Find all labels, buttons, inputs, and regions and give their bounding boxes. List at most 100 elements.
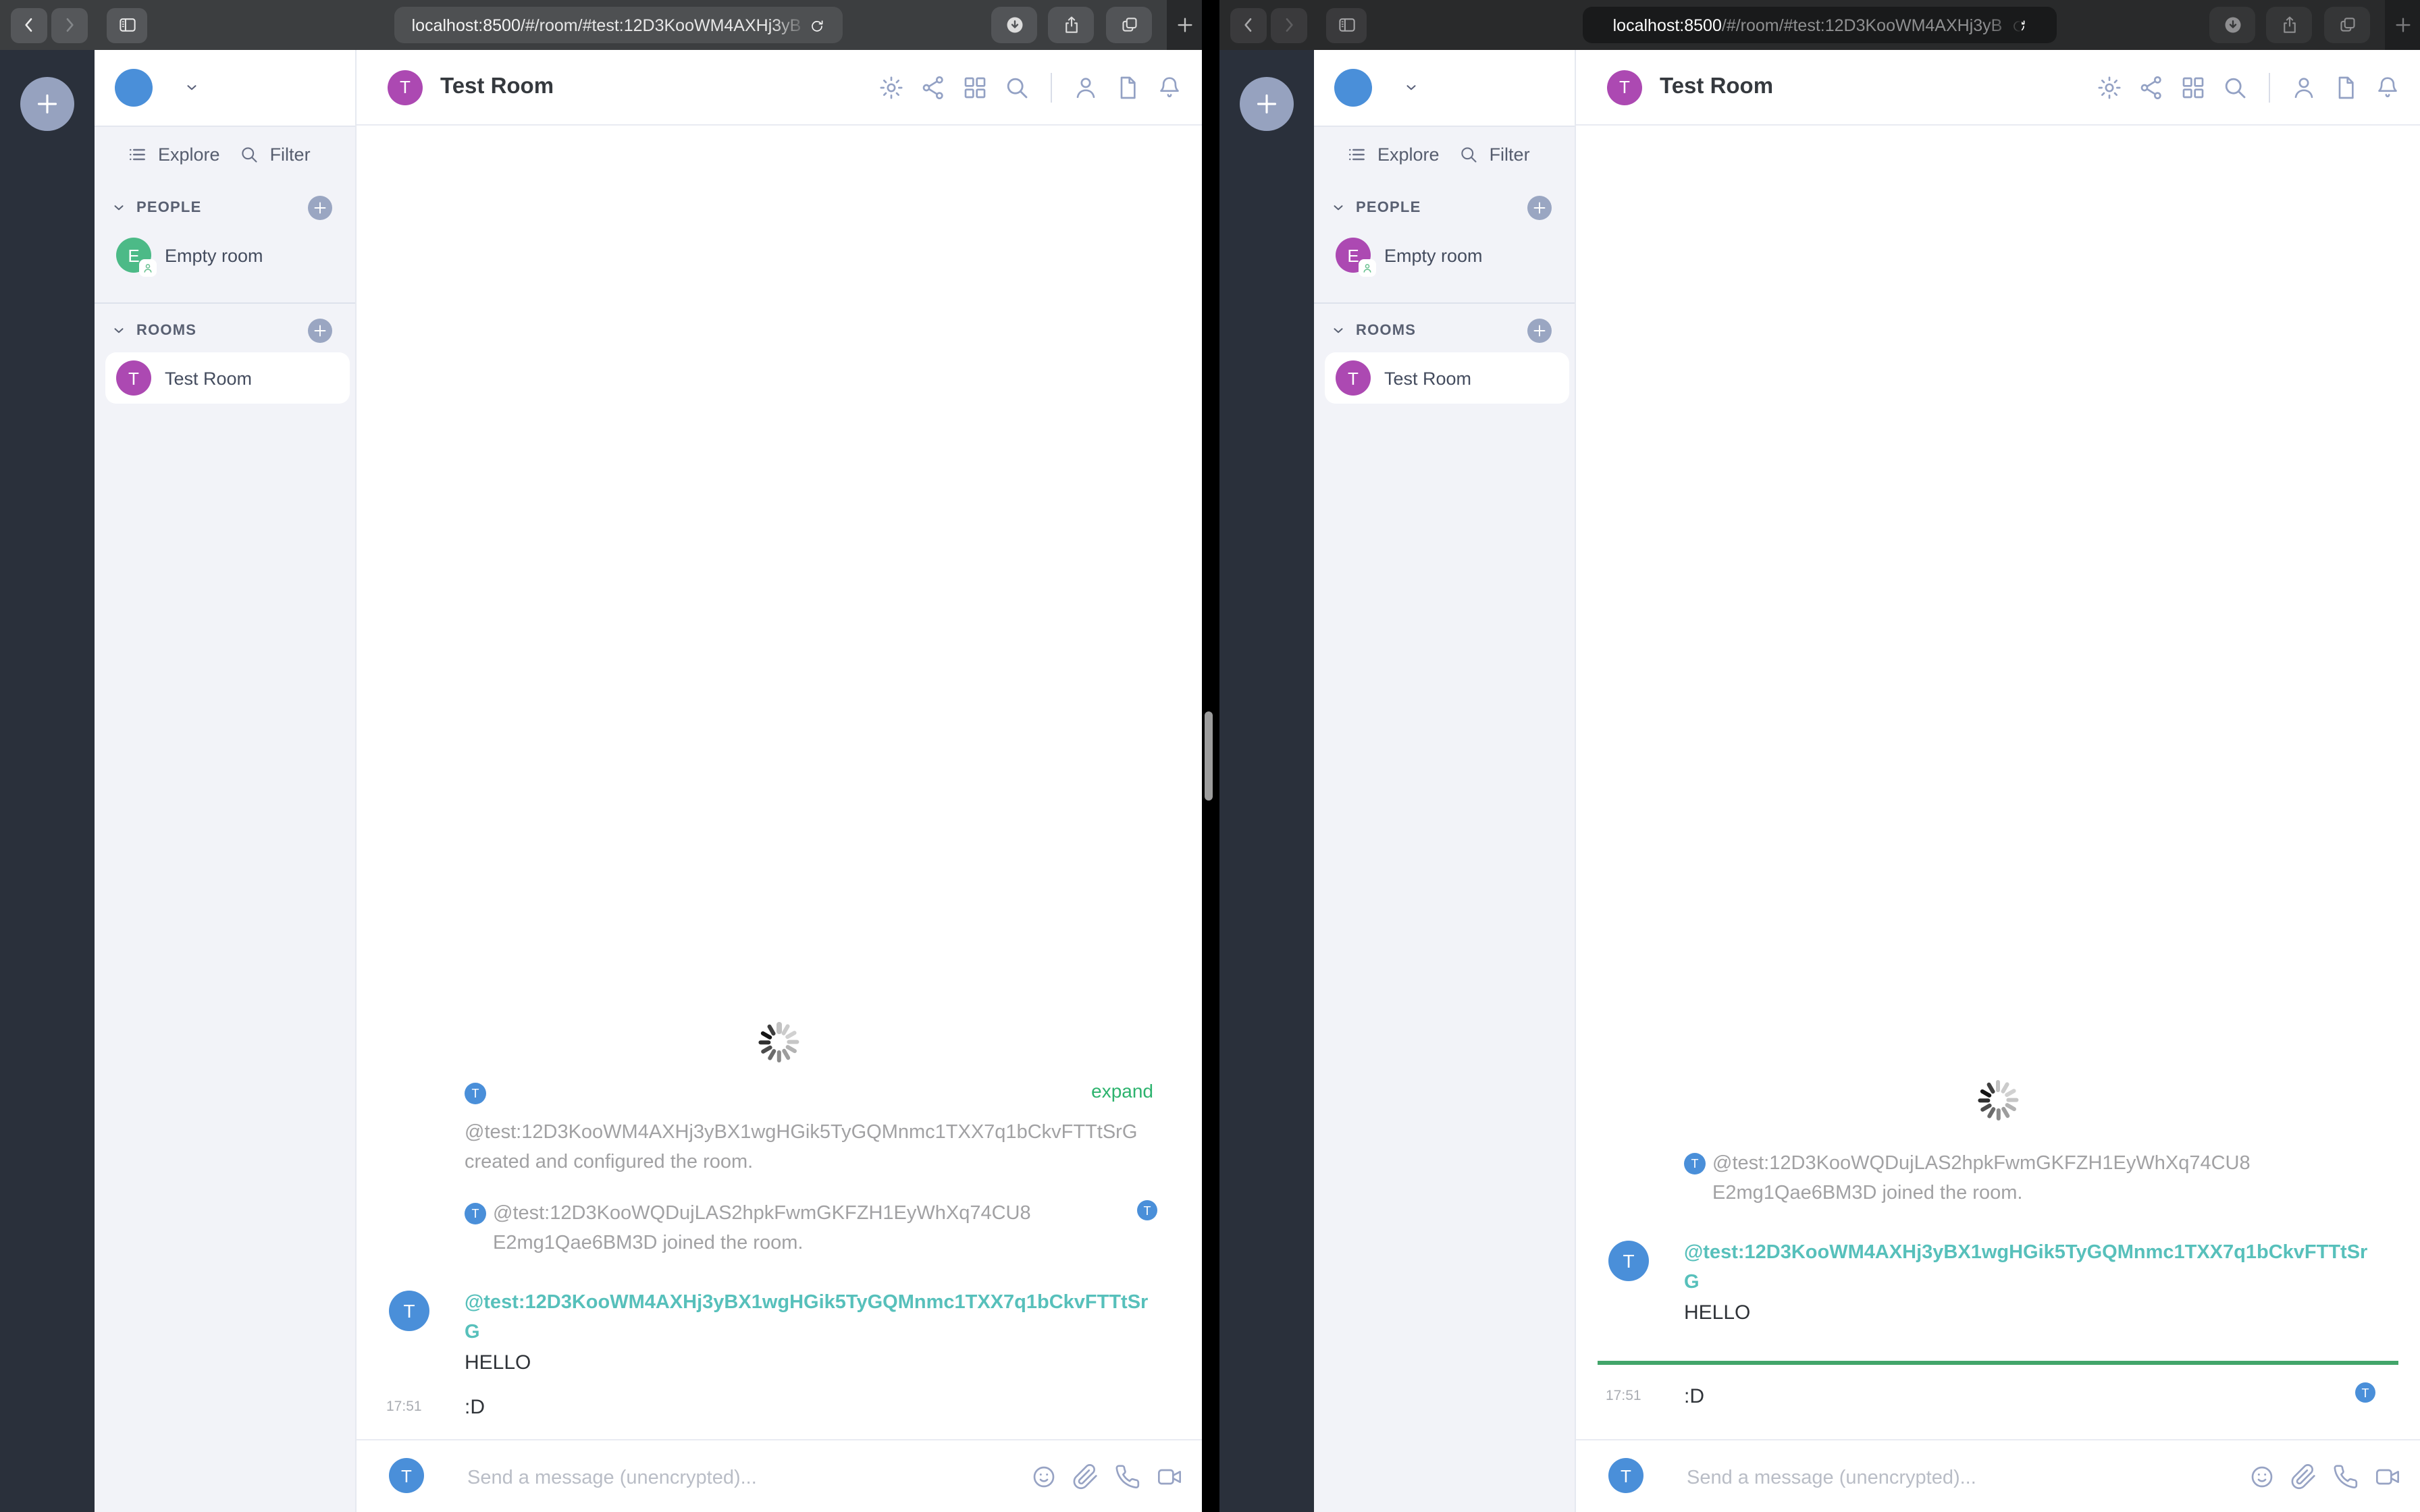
read-receipt-avatar[interactable]: T: [2355, 1382, 2375, 1403]
browser-toolbar: localhost:8500/#/room/#test:12D3KooWM4AX…: [1219, 0, 2420, 50]
emoji-smiley-icon[interactable]: [1030, 1463, 1057, 1490]
joiner-id[interactable]: @test:12D3KooWQDujLAS2hpkFwmGKFZH1EyWhXq…: [493, 1199, 1031, 1228]
browser-window-right: localhost:8500/#/room/#test:12D3KooWM4AX…: [1219, 0, 2420, 1512]
video-call-camera-icon[interactable]: [2374, 1463, 2401, 1490]
rooms-section-header[interactable]: ROOMS: [111, 319, 342, 343]
event-avatar[interactable]: T: [465, 1203, 486, 1224]
room-header: T Test Room: [1576, 50, 2420, 126]
room-avatar[interactable]: T: [1607, 70, 1642, 105]
message-timeline[interactable]: T expand @test:12D3KooWM4AXHj3yBX1wgHGik…: [357, 126, 1202, 1440]
avatar-letter: T: [1143, 1204, 1151, 1217]
add-room-button[interactable]: [1527, 319, 1552, 343]
share-network-icon[interactable]: [920, 74, 947, 101]
apps-grid-icon[interactable]: [2180, 74, 2207, 101]
back-button[interactable]: [11, 7, 47, 43]
list-item-empty-room[interactable]: E Empty room: [1325, 230, 1569, 281]
search-icon[interactable]: [2221, 74, 2248, 101]
message-row: 17:51 :D: [357, 1392, 1202, 1424]
list-item-test-room[interactable]: T Test Room: [1325, 352, 1569, 404]
chevron-down-icon[interactable]: [1403, 80, 1419, 96]
room-name: Test Room: [1384, 368, 1472, 388]
create-community-button[interactable]: [1240, 77, 1294, 131]
message-input[interactable]: [1684, 1440, 2162, 1512]
add-people-button[interactable]: [1527, 196, 1552, 220]
explore-label: Explore: [1377, 144, 1440, 165]
expand-link[interactable]: expand: [1091, 1080, 1153, 1102]
apps-grid-icon[interactable]: [962, 74, 989, 101]
people-section-header[interactable]: PEOPLE: [111, 196, 342, 220]
message-input[interactable]: [465, 1440, 944, 1512]
sender-avatar[interactable]: T: [1608, 1241, 1649, 1281]
notifications-bell-icon[interactable]: [2374, 74, 2401, 101]
creator-id[interactable]: @test:12D3KooWM4AXHj3yBX1wgHGik5TyGQMnmc…: [465, 1118, 1153, 1148]
sender-name[interactable]: @test:12D3KooWM4AXHj3yBX1wgHGik5TyGQMnmc…: [1684, 1238, 2371, 1297]
voice-call-phone-icon[interactable]: [2332, 1463, 2359, 1490]
community-rail: [0, 50, 95, 1512]
add-room-button[interactable]: [308, 319, 332, 343]
people-section-header[interactable]: PEOPLE: [1330, 196, 1561, 220]
new-tab-button[interactable]: [1167, 0, 1202, 50]
room-list-sidebar: Explore Filter PEOPLE E Empty room ROOMS…: [95, 50, 355, 1512]
add-people-button[interactable]: [308, 196, 332, 220]
members-person-icon[interactable]: [2290, 74, 2317, 101]
voice-call-phone-icon[interactable]: [1114, 1463, 1141, 1490]
attachment-paperclip-icon[interactable]: [2290, 1463, 2317, 1490]
explore-button[interactable]: Explore: [1346, 144, 1440, 165]
plus-icon: [1533, 202, 1546, 214]
avatar-letter: T: [1348, 368, 1359, 388]
user-avatar[interactable]: [1334, 69, 1372, 107]
notifications-bell-icon[interactable]: [1156, 74, 1183, 101]
settings-gear-icon[interactable]: [878, 74, 905, 101]
filter-search[interactable]: Filter: [1458, 144, 1530, 165]
explore-button[interactable]: Explore: [127, 144, 220, 165]
reload-icon[interactable]: [809, 17, 825, 33]
filter-label: Filter: [269, 144, 311, 165]
share-button[interactable]: [2266, 7, 2312, 43]
emoji-smiley-icon[interactable]: [2248, 1463, 2276, 1490]
list-item-empty-room[interactable]: E Empty room: [105, 230, 350, 281]
downloads-button[interactable]: [2209, 7, 2255, 43]
sidebar-toggle-button[interactable]: [107, 7, 147, 43]
settings-gear-icon[interactable]: [2096, 74, 2123, 101]
search-icon: [1461, 147, 1477, 163]
share-network-icon[interactable]: [2138, 74, 2165, 101]
room-avatar[interactable]: T: [388, 70, 423, 105]
list-item-test-room[interactable]: T Test Room: [105, 352, 350, 404]
filter-search[interactable]: Filter: [239, 144, 311, 165]
forward-chevron-icon: [1286, 18, 1293, 32]
create-community-button[interactable]: [20, 77, 74, 131]
scrollbar-thumb[interactable]: [1205, 711, 1213, 801]
event-avatar[interactable]: T: [1684, 1153, 1706, 1174]
presence-badge: [139, 259, 157, 277]
tab-overview-button[interactable]: [1106, 7, 1152, 43]
chevron-down-icon[interactable]: [184, 80, 200, 96]
read-receipt-avatar[interactable]: T: [1137, 1200, 1157, 1220]
forward-button[interactable]: [51, 7, 88, 43]
tab-overview-button[interactable]: [2324, 7, 2370, 43]
user-avatar[interactable]: [115, 69, 153, 107]
search-icon[interactable]: [1003, 74, 1030, 101]
downloads-button[interactable]: [991, 7, 1037, 43]
attachment-paperclip-icon[interactable]: [1072, 1463, 1099, 1490]
address-bar[interactable]: localhost:8500/#/room/#test:12D3KooWM4AX…: [394, 7, 843, 43]
message-timeline[interactable]: T @test:12D3KooWQDujLAS2hpkFwmGKFZH1EyWh…: [1576, 126, 2420, 1440]
back-button[interactable]: [1230, 7, 1267, 43]
sidebar-divider: [1314, 302, 1575, 304]
members-person-icon[interactable]: [1072, 74, 1099, 101]
plus-icon: [314, 202, 326, 214]
sidebar-toggle-button[interactable]: [1326, 7, 1367, 43]
sender-name[interactable]: @test:12D3KooWM4AXHj3yBX1wgHGik5TyGQMnmc…: [465, 1288, 1153, 1347]
share-button[interactable]: [1048, 7, 1094, 43]
rooms-section-header[interactable]: ROOMS: [1330, 319, 1561, 343]
sender-avatar[interactable]: T: [389, 1291, 429, 1331]
files-document-icon[interactable]: [2332, 74, 2359, 101]
new-tab-button[interactable]: [2385, 0, 2420, 50]
address-bar[interactable]: localhost:8500/#/room/#test:12D3KooWM4AX…: [1583, 7, 2057, 43]
tab-overview-icon: [1122, 18, 1136, 32]
forward-button[interactable]: [1271, 7, 1307, 43]
video-call-camera-icon[interactable]: [1156, 1463, 1183, 1490]
files-document-icon[interactable]: [1114, 74, 1141, 101]
joiner-id[interactable]: @test:12D3KooWQDujLAS2hpkFwmGKFZH1EyWhXq…: [1712, 1149, 2251, 1179]
event-avatar[interactable]: T: [465, 1083, 486, 1104]
chevron-down-icon: [114, 205, 124, 211]
